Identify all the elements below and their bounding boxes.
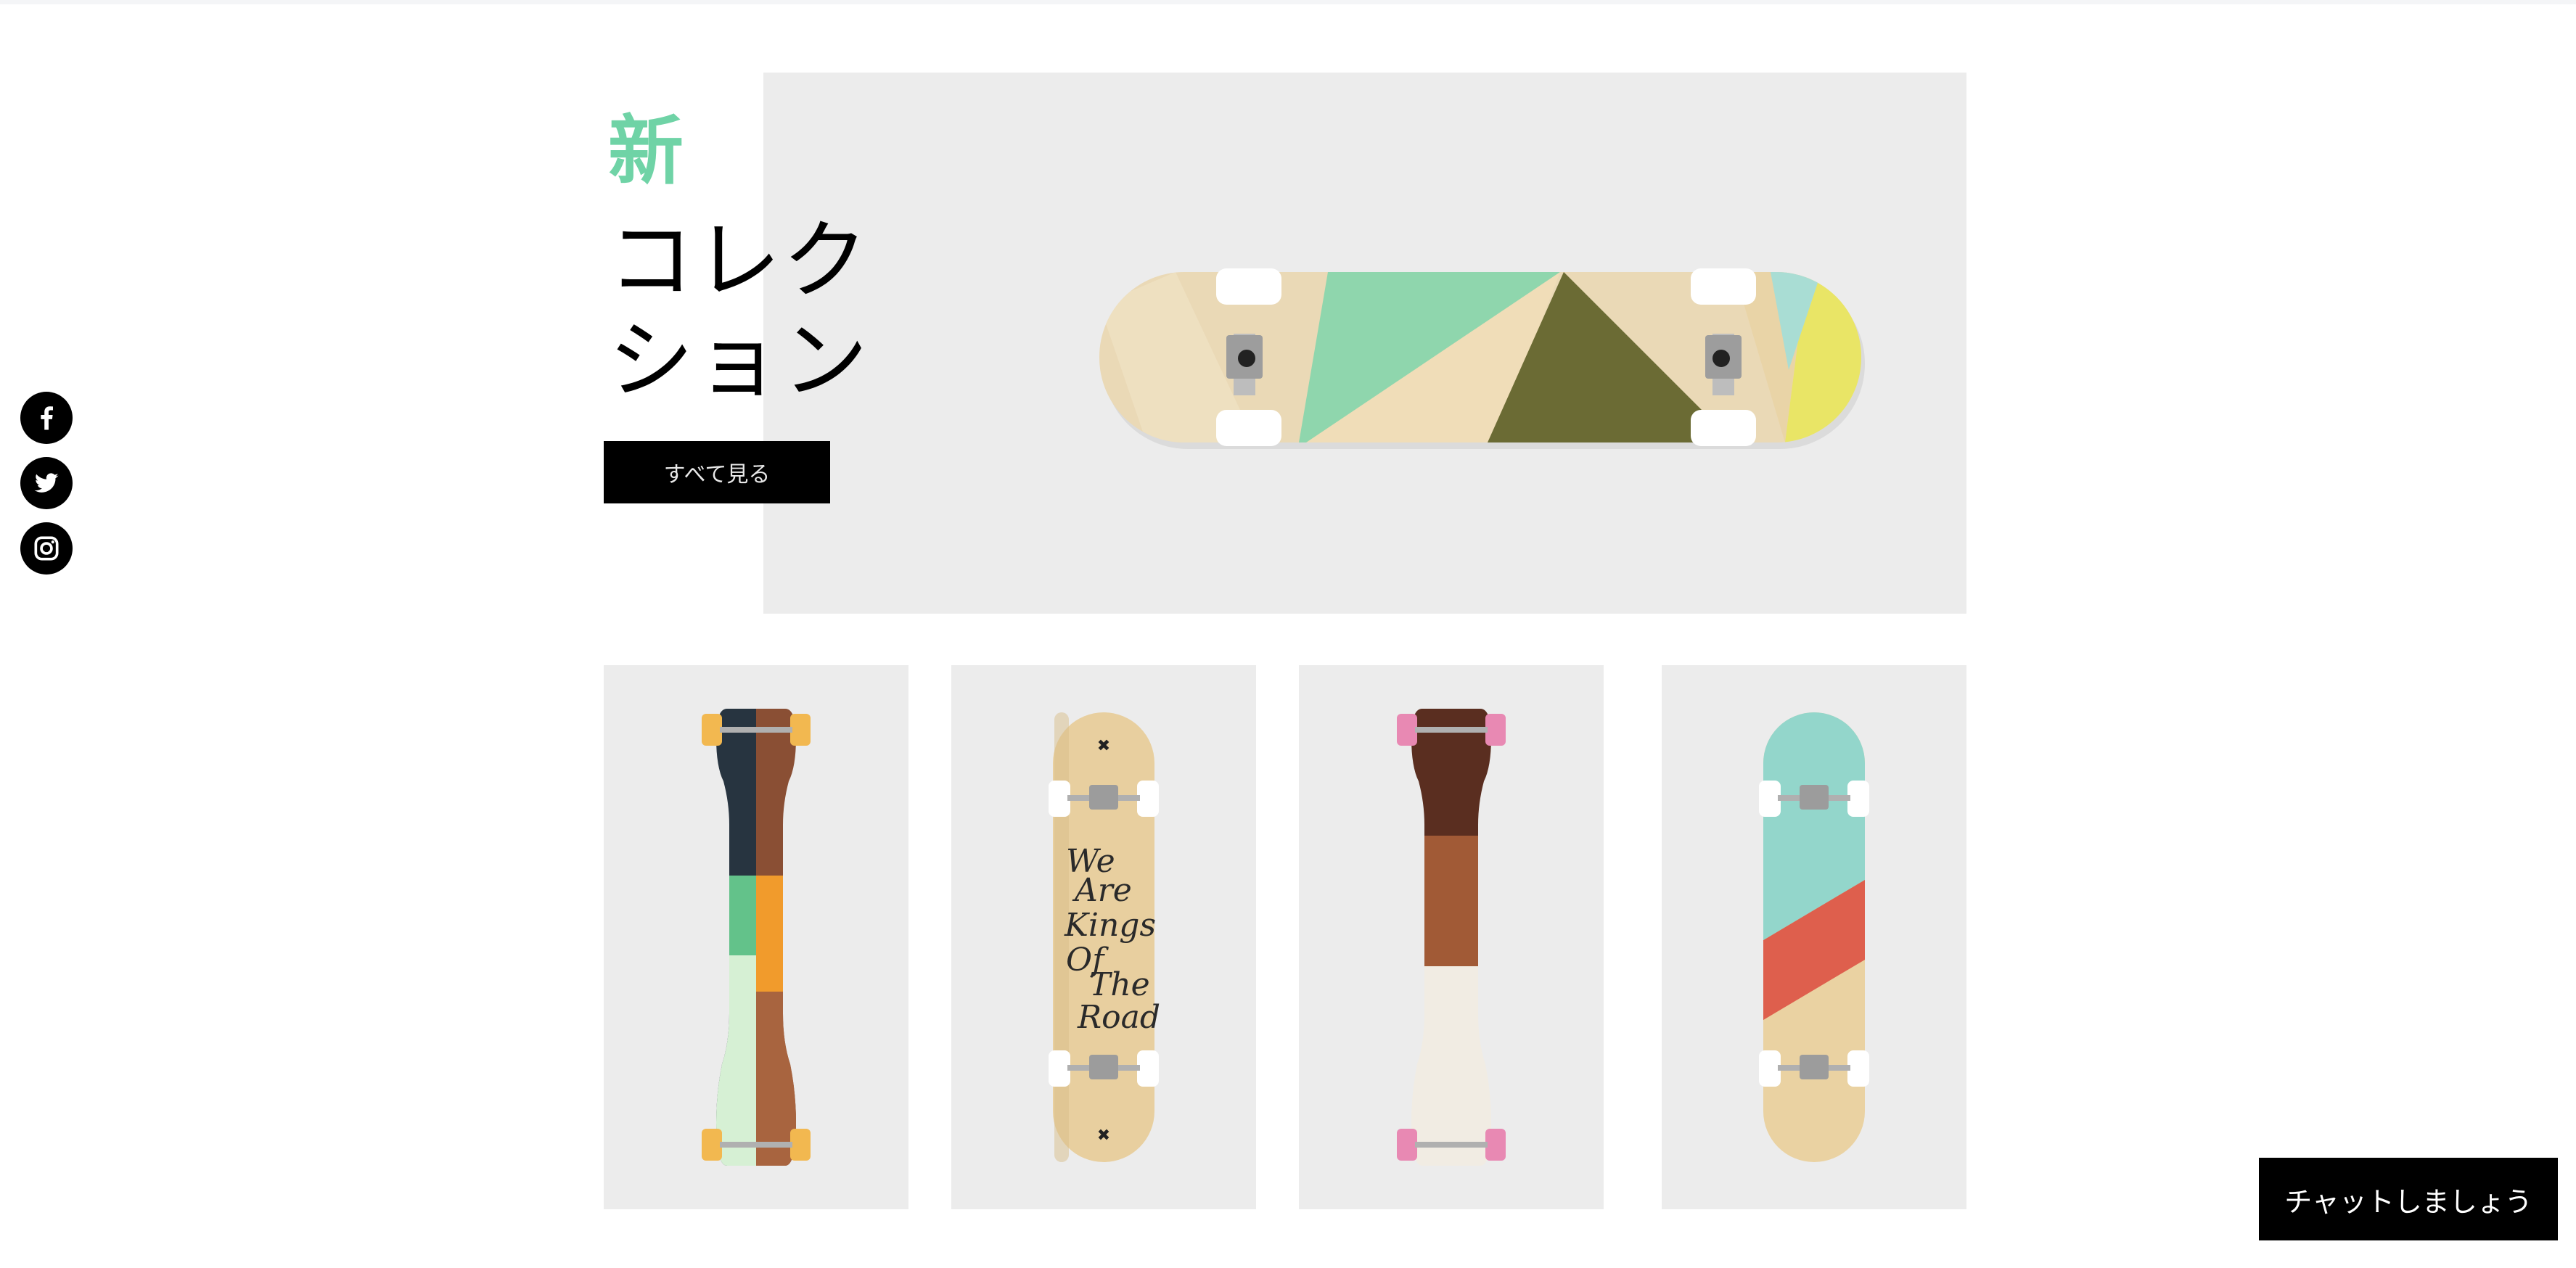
instagram-icon[interactable]: [20, 522, 73, 575]
hero-title-line1: コレク: [608, 210, 870, 310]
longboard-image: [1397, 709, 1506, 1166]
facebook-icon[interactable]: [20, 392, 73, 444]
svg-text:Road: Road: [1077, 999, 1160, 1036]
pintail-board-image: ✖ ✖ We Are Kings Of The Road: [1049, 712, 1160, 1162]
social-bar: [20, 392, 74, 588]
product-card-1[interactable]: [604, 665, 908, 1209]
hero-title-accent: 新: [608, 107, 684, 195]
product-card-4[interactable]: [1662, 665, 1966, 1209]
chat-button[interactable]: チャットしましょう: [2259, 1158, 2558, 1240]
svg-text:✖: ✖: [1097, 1127, 1110, 1145]
svg-text:The: The: [1089, 966, 1150, 1003]
svg-text:Are: Are: [1072, 872, 1132, 909]
svg-text:✖: ✖: [1097, 737, 1110, 755]
hero-title-line2: ション: [608, 310, 870, 411]
top-divider: [0, 0, 2576, 4]
twitter-icon[interactable]: [20, 457, 73, 509]
product-card-2[interactable]: ✖ ✖ We Are Kings Of The Road: [951, 665, 1256, 1209]
longboard-image: [702, 709, 811, 1166]
hero-title: コレク ション: [608, 210, 869, 411]
cruiser-board-image: [1759, 712, 1869, 1162]
svg-text:Kings: Kings: [1064, 907, 1156, 944]
product-card-3[interactable]: [1299, 665, 1604, 1209]
view-all-button[interactable]: すべて見る: [604, 441, 830, 503]
hero-skateboard-image[interactable]: [1088, 261, 1879, 457]
